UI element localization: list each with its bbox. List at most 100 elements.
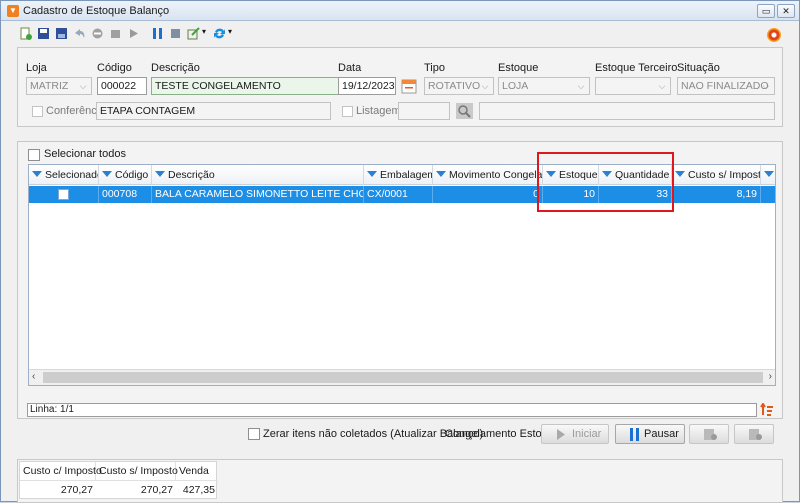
title-bar: ▼ Cadastro de Estoque Balanço ▭ ✕ xyxy=(1,1,799,21)
row-status: Linha: 1/1 xyxy=(27,403,757,417)
edit-dropdown-icon[interactable]: ▾ xyxy=(202,27,206,36)
listagem-checkbox[interactable] xyxy=(342,106,353,117)
descricao-field[interactable]: TESTE CONGELAMENTO xyxy=(151,77,347,95)
report-icon[interactable] xyxy=(169,27,182,40)
column-descricao[interactable]: Descrição xyxy=(152,165,364,185)
close-button[interactable]: ✕ xyxy=(777,4,795,18)
table-row[interactable]: 000708 BALA CARAMELO SIMONETTO LEITE CHO… xyxy=(29,186,775,203)
grid-header: Selecionado Código Descrição Embalagem M… xyxy=(29,165,775,185)
listagem-field[interactable] xyxy=(398,102,450,120)
estoque-terceiro-label: Estoque Terceiro xyxy=(595,62,678,74)
cell-estoque: 10 xyxy=(543,186,599,203)
totals-table: Custo c/ Imposto Custo s/ Imposto Venda … xyxy=(19,461,218,499)
loja-label: Loja xyxy=(26,62,47,74)
undo-icon[interactable] xyxy=(73,27,86,40)
column-label: Movimento Congelado xyxy=(449,169,543,181)
chevron-down-icon: ⌵ xyxy=(577,81,585,91)
column-label: Custo s/ Imposto xyxy=(688,169,761,181)
filter-icon[interactable] xyxy=(764,171,774,178)
filter-icon[interactable] xyxy=(155,171,165,178)
row-checkbox[interactable] xyxy=(58,189,69,200)
cell-quantidade[interactable]: 33 xyxy=(599,186,672,203)
column-codigo[interactable]: Código xyxy=(99,165,152,185)
edit-icon[interactable] xyxy=(187,27,200,40)
cell-custo-sem-imposto: 8,19 xyxy=(672,186,761,203)
descricao-label: Descrição xyxy=(151,62,200,74)
codigo-label: Código xyxy=(97,62,132,74)
chevron-down-icon: ⌵ xyxy=(481,81,489,91)
situacao-select[interactable]: NAO FINALIZADO ⌵ xyxy=(677,77,775,95)
import-button[interactable] xyxy=(734,424,774,444)
main-window: ▼ Cadastro de Estoque Balanço ▭ ✕ ▾ ▾ Lo… xyxy=(0,0,800,503)
listagem-label: Listagem xyxy=(356,105,401,117)
column-label: Embalagem xyxy=(380,169,433,181)
play-icon xyxy=(557,429,565,440)
app-menu-icon[interactable]: ▼ xyxy=(7,5,19,17)
play-icon[interactable] xyxy=(127,27,140,40)
search-icon[interactable] xyxy=(456,103,473,119)
cell-codigo: 000708 xyxy=(99,186,152,203)
loja-value: MATRIZ xyxy=(30,80,69,92)
filter-icon[interactable] xyxy=(602,171,612,178)
conferencia-checkbox[interactable] xyxy=(32,106,43,117)
column-movimento-congelado[interactable]: Movimento Congelado xyxy=(433,165,543,185)
document-icon xyxy=(704,429,717,440)
column-embalagem[interactable]: Embalagem xyxy=(364,165,433,185)
column-more[interactable] xyxy=(761,165,775,185)
column-label: Selecionado xyxy=(45,169,99,181)
delete-icon[interactable] xyxy=(91,27,104,40)
total-header-custo-sem-imposto: Custo s/ Imposto xyxy=(96,462,178,481)
estoque-label: Estoque xyxy=(498,62,539,74)
sync-dropdown-icon[interactable]: ▾ xyxy=(228,27,232,36)
row-select-cell[interactable] xyxy=(29,186,99,203)
column-quantidade[interactable]: Quantidade xyxy=(599,165,672,185)
sort-order-icon[interactable] xyxy=(760,403,774,417)
filter-icon[interactable] xyxy=(546,171,556,178)
column-estoque[interactable]: Estoque xyxy=(543,165,599,185)
filter-icon[interactable] xyxy=(102,171,112,178)
help-icon[interactable] xyxy=(767,28,781,42)
iniciar-label: Iniciar xyxy=(572,428,602,440)
filter-icon[interactable] xyxy=(675,171,685,178)
data-field[interactable]: 19/12/2023 xyxy=(338,77,396,95)
pausar-button[interactable]: Pausar xyxy=(615,424,685,444)
pause-icon[interactable] xyxy=(151,27,164,40)
select-all-checkbox[interactable] xyxy=(28,149,40,161)
total-venda: 427,35 xyxy=(182,484,215,496)
column-custo-sem-imposto[interactable]: Custo s/ Imposto xyxy=(672,165,761,185)
codigo-field[interactable]: 000022 xyxy=(97,77,147,95)
filter-icon[interactable] xyxy=(436,171,446,178)
loja-select[interactable]: MATRIZ ⌵ xyxy=(26,77,92,95)
totals-panel: Custo c/ Imposto Custo s/ Imposto Venda … xyxy=(17,459,783,503)
tipo-select[interactable]: ROTATIVO ⌵ xyxy=(424,77,494,95)
horizontal-scrollbar[interactable]: ‹ › xyxy=(29,369,775,385)
column-selecionado[interactable]: Selecionado xyxy=(29,165,99,185)
total-custo-sem-imposto: 270,27 xyxy=(140,484,173,496)
scroll-right-icon[interactable]: › xyxy=(769,371,772,382)
items-panel: Selecionar todos Selecionado Código Desc… xyxy=(17,141,783,419)
new-icon[interactable] xyxy=(19,27,32,40)
restore-button[interactable]: ▭ xyxy=(757,4,775,18)
iniciar-button[interactable]: Iniciar xyxy=(541,424,609,444)
estoque-select[interactable]: LOJA ⌵ xyxy=(498,77,590,95)
print-icon[interactable] xyxy=(109,27,122,40)
save-close-icon[interactable] xyxy=(55,27,68,40)
situacao-value: NAO FINALIZADO xyxy=(681,80,769,92)
items-grid: Selecionado Código Descrição Embalagem M… xyxy=(28,164,776,386)
save-icon[interactable] xyxy=(37,27,50,40)
calendar-icon[interactable] xyxy=(401,78,417,94)
sync-icon[interactable] xyxy=(213,27,226,40)
conferencia-field[interactable]: ETAPA CONTAGEM xyxy=(96,102,331,120)
estoque-terceiro-select[interactable]: ⌵ xyxy=(595,77,671,95)
filter-icon[interactable] xyxy=(367,171,377,178)
export-button[interactable] xyxy=(689,424,729,444)
cell-movimento-congelado: 0 xyxy=(433,186,543,203)
scroll-left-icon[interactable]: ‹ xyxy=(32,371,35,382)
zerar-itens-checkbox[interactable] xyxy=(248,428,260,440)
filter-icon[interactable] xyxy=(32,171,42,178)
column-label: Código xyxy=(115,169,149,181)
situacao-label: Situação xyxy=(677,62,720,74)
scrollbar-thumb[interactable] xyxy=(43,372,763,383)
header-panel: Loja MATRIZ ⌵ Código 000022 Descrição TE… xyxy=(17,47,783,127)
window-title: Cadastro de Estoque Balanço xyxy=(23,5,170,17)
